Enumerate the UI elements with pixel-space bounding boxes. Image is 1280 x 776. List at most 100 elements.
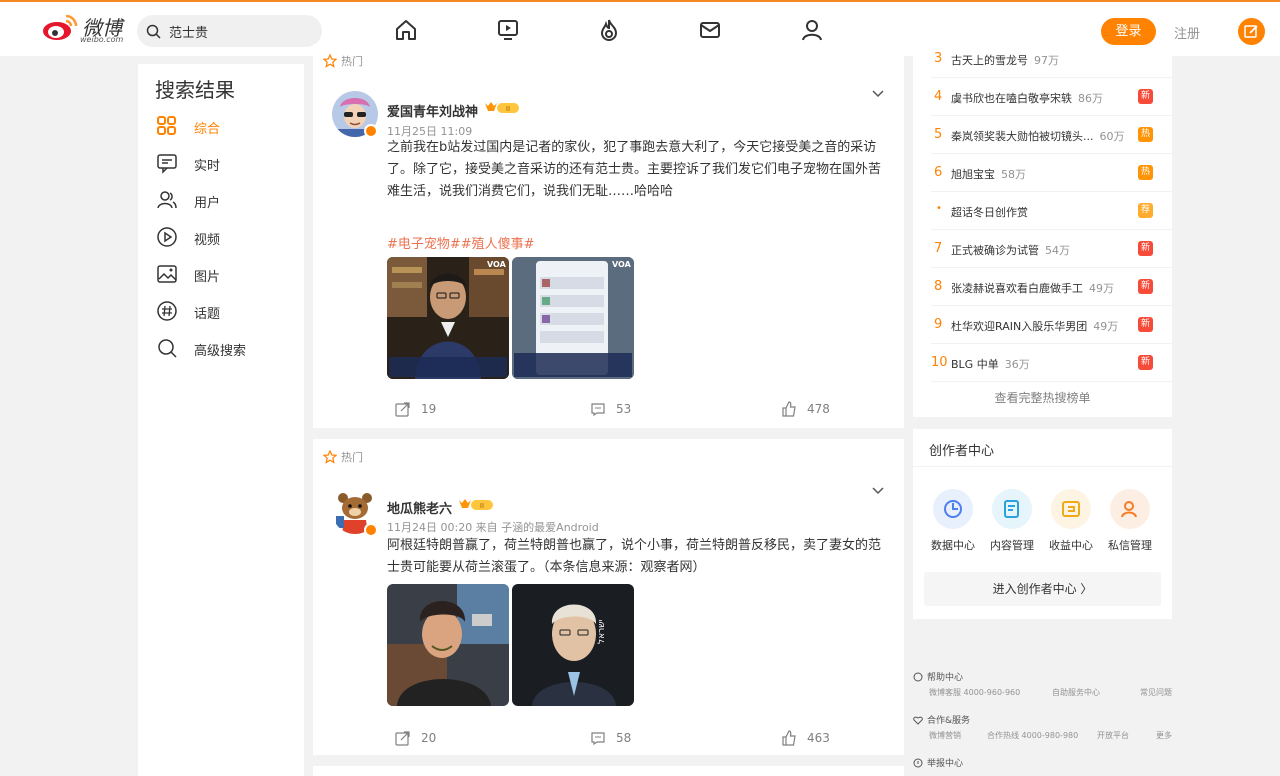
footer-link[interactable]: 开放平台 [1097, 730, 1129, 741]
sidebar-item-video[interactable]: 视频 [156, 225, 296, 249]
hot-search-title: 超话冬日创作赏 [951, 206, 1028, 219]
star-icon [322, 53, 338, 68]
sidebar-item-topics[interactable]: 话题 [156, 299, 296, 323]
thumbs-up-icon [782, 401, 796, 417]
post-image-2[interactable]: VOA [512, 257, 634, 379]
creator-data-center[interactable]: 数据中心 [925, 489, 981, 553]
sidebar-item-label: 综合 [194, 122, 221, 137]
hot-search-item[interactable]: 5 秦岚领奖裴大勋怕被切镜头... 60万热 [913, 116, 1172, 154]
footer-link[interactable]: 合作热线 4000-980-980 [987, 730, 1078, 741]
hot-search-title: 秦岚领奖裴大勋怕被切镜头... 60万 [951, 130, 1125, 143]
topic-icon [157, 301, 177, 321]
post-meta: 11月24日 00:20 来自 子涵的最爱Android [387, 521, 599, 534]
footer-link[interactable]: 微博客服 4000-960-960 [929, 687, 1020, 698]
hot-search-count: 54万 [1045, 244, 1070, 257]
post-image-2[interactable]: ישראל [512, 584, 634, 706]
hot-search-item[interactable]: • 超话冬日创作赏 荐 [913, 192, 1172, 230]
post-image-1[interactable]: VOA [387, 257, 509, 379]
home-icon[interactable] [394, 18, 418, 42]
hot-search-item[interactable]: 9 杜华欢迎RAIN入股乐华男团 49万 新 [913, 306, 1172, 344]
chevron-down-icon[interactable] [871, 486, 885, 496]
repost-button[interactable]: 20 [395, 730, 436, 746]
profile-icon[interactable] [800, 18, 824, 42]
post-card: 热门 地瓜熊老六 II 11月24日 00:20 来自 子涵的最爱Android… [313, 439, 904, 755]
creator-income-center[interactable]: 收益中心 [1043, 489, 1099, 553]
comment-button[interactable]: 58 [590, 730, 631, 746]
sidebar-item-advanced-search[interactable]: 高级搜索 [156, 336, 296, 360]
sidebar-item-all[interactable]: 综合 [156, 114, 296, 138]
search-box[interactable] [137, 15, 322, 47]
repost-icon [395, 402, 410, 417]
hot-search-item[interactable]: 8 张凌赫说喜欢看白鹿做手工 49万 新 [913, 268, 1172, 306]
post-image-1[interactable] [387, 584, 509, 706]
repost-button[interactable]: 19 [395, 401, 436, 417]
hot-search-badge: 新 [1138, 241, 1153, 256]
sidebar-item-users[interactable]: 用户 [156, 188, 296, 212]
hot-search-rank: 5 [934, 127, 943, 142]
hot-search-badge: 热 [1138, 165, 1153, 180]
sidebar-item-images[interactable]: 图片 [156, 262, 296, 286]
post-topic-link[interactable]: #电子宠物##殖人傻事# [387, 233, 535, 252]
post-card-next [313, 766, 904, 776]
comment-button[interactable]: 53 [590, 401, 631, 417]
chevron-down-icon[interactable] [871, 89, 885, 99]
svg-text:ישראל: ישראל [597, 619, 607, 644]
hot-search-rank: 9 [934, 317, 943, 332]
grid-icon [157, 116, 176, 135]
sidebar-item-label: 高级搜索 [194, 344, 247, 359]
realtime-icon [157, 154, 177, 174]
hot-search-item[interactable]: 10 BLG 中单 36万 新 [913, 344, 1172, 382]
post-username[interactable]: 地瓜熊老六 [387, 498, 452, 517]
sidebar-item-realtime[interactable]: 实时 [156, 151, 296, 175]
creator-dm-management[interactable]: 私信管理 [1102, 489, 1158, 553]
star-icon [322, 449, 338, 464]
heart-icon [913, 716, 923, 725]
svg-text:VOA: VOA [612, 260, 632, 269]
message-icon[interactable] [698, 18, 722, 42]
verified-badge [364, 523, 378, 537]
creator-content-management[interactable]: 内容管理 [984, 489, 1040, 553]
search-icon [146, 24, 161, 39]
divider [913, 466, 1172, 467]
hot-search-count: 49万 [1093, 320, 1119, 333]
register-link[interactable]: 注册 [1174, 23, 1200, 42]
help-center-heading[interactable]: 帮助中心 [913, 670, 963, 683]
search-sidebar: 搜索结果 综合 实时 用户 视频 图片 话题 高级搜索 [138, 64, 304, 776]
footer-link[interactable]: 微博营销 [929, 730, 961, 741]
enter-creator-center-button[interactable]: 进入创作者中心 〉 [924, 572, 1161, 606]
data-icon [944, 500, 962, 518]
footer-link[interactable]: 常见问题 [1140, 687, 1172, 698]
report-center-heading[interactable]: 举报中心 [913, 756, 963, 769]
logo-subtext: weibo.com [80, 35, 124, 44]
sidebar-item-label: 视频 [194, 233, 221, 248]
comment-icon [591, 403, 605, 417]
hot-search-item[interactable]: 3 古天上的雪龙号 97万 [913, 40, 1172, 78]
hot-search-badge: 新 [1138, 317, 1153, 332]
hot-search-title: 古天上的雪龙号 97万 [951, 54, 1059, 67]
like-button[interactable]: 463 [781, 730, 830, 746]
hot-search-title: 虞书欣也在嗑白敬亭宋轶 86万 [951, 92, 1103, 105]
hot-search-item[interactable]: 4 虞书欣也在嗑白敬亭宋轶 86万 新 [913, 78, 1172, 116]
hot-search-title: 杜华欢迎RAIN入股乐华男团 49万 [951, 320, 1119, 333]
compose-button[interactable] [1238, 18, 1265, 45]
hot-tag: 热门 [322, 53, 363, 69]
post-card: 热门 爱国青年刘战神 II 11月25日 11:09 之前我在b站发过国内是记者… [313, 44, 904, 428]
comment-icon [591, 732, 605, 746]
view-full-hot-search-link[interactable]: 查看完整热搜榜单 [913, 389, 1172, 406]
coop-heading[interactable]: 合作&服务 [913, 713, 970, 726]
vip-badge-icon: II [485, 102, 519, 113]
hot-tag: 热门 [322, 449, 363, 465]
hot-search-item[interactable]: 7 正式被确诊为试管 54万 新 [913, 230, 1172, 268]
post-username[interactable]: 爱国青年刘战神 [387, 101, 478, 120]
search-icon [158, 339, 177, 358]
search-input[interactable] [169, 21, 309, 41]
hot-search-item[interactable]: 6 旭旭宝宝 58万 热 [913, 154, 1172, 192]
video-icon[interactable] [496, 18, 520, 42]
footer-link[interactable]: 自助服务中心 [1052, 687, 1100, 698]
footer-link[interactable]: 更多 [1156, 730, 1172, 741]
like-button[interactable]: 478 [781, 401, 830, 417]
divider [931, 381, 1172, 382]
svg-text:II: II [506, 105, 510, 113]
hot-search-badge: 新 [1138, 355, 1153, 370]
hot-icon[interactable] [597, 18, 621, 42]
